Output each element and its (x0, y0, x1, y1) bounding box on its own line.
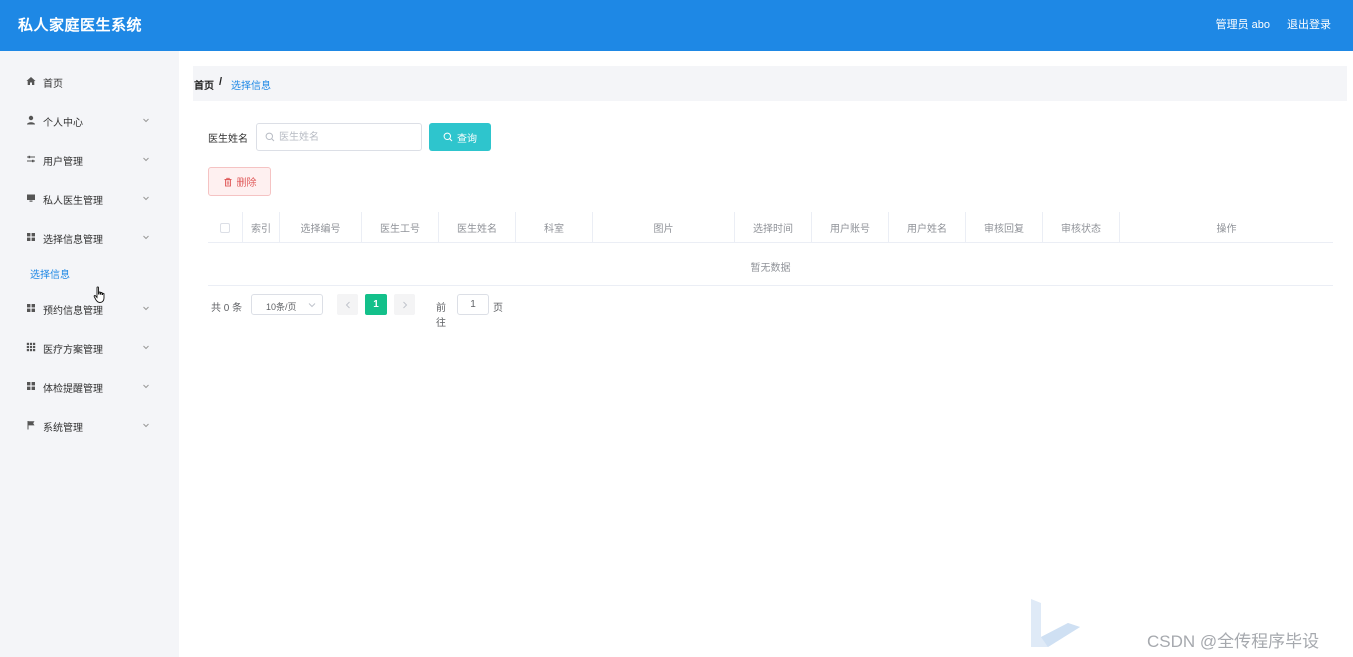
column-header: 审核状态 (1043, 212, 1120, 243)
delete-button[interactable]: 删除 (208, 167, 271, 196)
sidebar-item-checkup-reminder-management[interactable]: 体检提醒管理 (0, 367, 179, 406)
goto-label: 前往 (436, 303, 446, 329)
grid-icon (27, 304, 35, 312)
prev-page-button[interactable] (337, 294, 358, 315)
app-title: 私人家庭医生系统 (18, 17, 143, 34)
goto-unit: 页 (493, 303, 503, 314)
query-button[interactable]: 查询 (429, 123, 491, 151)
sidebar-item-label: 首页 (43, 79, 63, 90)
sidebar-item-label: 用户管理 (43, 157, 83, 168)
grid-icon (27, 233, 35, 241)
header-actions: 管理员 abo 退出登录 (1216, 16, 1331, 32)
grid-dots-icon (26, 342, 36, 352)
grid-icon (27, 382, 35, 390)
sidebar-item-appointment-management[interactable]: 预约信息管理 (0, 289, 179, 328)
sidebar-item-label: 系统管理 (43, 423, 83, 434)
trash-icon (224, 177, 231, 186)
column-header: 选择编号 (280, 212, 362, 243)
decorative-logo-icon (1031, 599, 1080, 647)
sidebar-item-label: 预约信息管理 (43, 306, 103, 317)
sidebar-subitem-label: 选择信息 (30, 270, 70, 281)
breadcrumb: 首页 / 选择信息 (193, 66, 1347, 101)
home-icon (26, 77, 36, 85)
sidebar-item-home[interactable]: 首页 (0, 62, 179, 101)
sidebar-item-personal-center[interactable]: 个人中心 (0, 101, 179, 140)
chevron-down-icon (143, 157, 149, 162)
monitor-icon (27, 194, 35, 202)
goto-page-input[interactable] (457, 294, 489, 315)
sidebar-item-user-management[interactable]: 用户管理 (0, 140, 179, 179)
chevron-down-icon (143, 423, 149, 428)
chevron-down-icon (143, 235, 149, 240)
table-empty-text: 暂无数据 (750, 263, 791, 274)
column-header: 选择时间 (735, 212, 812, 243)
sidebar: 首页 个人中心 用户管理 私人医生管理 选择信息管理 选择信息 预约信息管理 医… (0, 51, 179, 657)
page-number-current[interactable]: 1 (365, 294, 387, 315)
doctor-name-input[interactable] (279, 129, 417, 145)
sidebar-item-private-doctor-management[interactable]: 私人医生管理 (0, 179, 179, 218)
table-header: 索引 选择编号 医生工号 医生姓名 科室 图片 选择时间 用户账号 用户姓名 审… (208, 212, 1333, 243)
chevron-down-icon (143, 118, 149, 123)
column-header: 索引 (243, 212, 280, 243)
page-size-select[interactable]: 10条/页 (251, 294, 323, 315)
sidebar-item-label: 体检提醒管理 (43, 384, 103, 395)
chevron-down-icon (143, 196, 149, 201)
breadcrumb-separator: / (219, 76, 223, 88)
sidebar-item-treatment-plan-management[interactable]: 医疗方案管理 (0, 328, 179, 367)
chevron-right-icon (402, 301, 407, 308)
hand-cursor-icon (93, 286, 105, 303)
chevron-down-icon (308, 303, 316, 308)
top-header: 私人家庭医生系统 管理员 abo 退出登录 (0, 0, 1353, 51)
doctor-name-label: 医生姓名 (208, 134, 248, 145)
page-size-value: 10条/页 (266, 302, 297, 312)
user-icon (27, 115, 35, 125)
next-page-button[interactable] (394, 294, 415, 315)
column-header: 医生姓名 (439, 212, 516, 243)
select-all-column (208, 212, 243, 243)
column-header: 用户姓名 (889, 212, 966, 243)
sidebar-item-selection-info-management[interactable]: 选择信息管理 (0, 218, 179, 257)
column-header: 用户账号 (812, 212, 889, 243)
sidebar-item-label: 私人医生管理 (43, 196, 103, 207)
column-header: 操作 (1216, 224, 1237, 235)
sidebar-item-label: 个人中心 (43, 118, 83, 129)
pagination-total: 共 0 条 (211, 303, 243, 314)
flag-icon (27, 421, 35, 430)
sidebar-subitem-selection-info[interactable]: 选择信息 (0, 259, 179, 287)
chevron-down-icon (143, 306, 149, 311)
sliders-icon (27, 155, 35, 163)
search-icon (443, 132, 453, 142)
select-all-checkbox[interactable] (220, 222, 230, 233)
watermark-text: CSDN @全传程序毕设 (1147, 632, 1320, 651)
breadcrumb-current: 选择信息 (231, 81, 271, 92)
breadcrumb-home[interactable]: 首页 (194, 77, 214, 92)
current-user-label: 管理员 abo (1215, 19, 1270, 31)
chevron-left-icon (345, 301, 350, 308)
column-header: 审核回复 (966, 212, 1043, 243)
query-button-label: 查询 (457, 133, 477, 145)
selection-info-table: 索引 选择编号 医生工号 医生姓名 科室 图片 选择时间 用户账号 用户姓名 审… (208, 212, 1333, 286)
column-header: 医生工号 (362, 212, 439, 243)
doctor-name-search-box[interactable] (256, 123, 422, 151)
sidebar-item-label: 医疗方案管理 (43, 345, 103, 356)
column-header: 图片 (593, 212, 735, 243)
sidebar-item-system-management[interactable]: 系统管理 (0, 406, 179, 445)
column-header: 科室 (516, 212, 593, 243)
chevron-down-icon (143, 345, 149, 350)
chevron-down-icon (143, 384, 149, 389)
logout-link[interactable]: 退出登录 (1287, 16, 1331, 32)
search-icon (265, 132, 275, 142)
sidebar-item-label: 选择信息管理 (43, 235, 103, 246)
delete-button-label: 删除 (236, 178, 257, 189)
